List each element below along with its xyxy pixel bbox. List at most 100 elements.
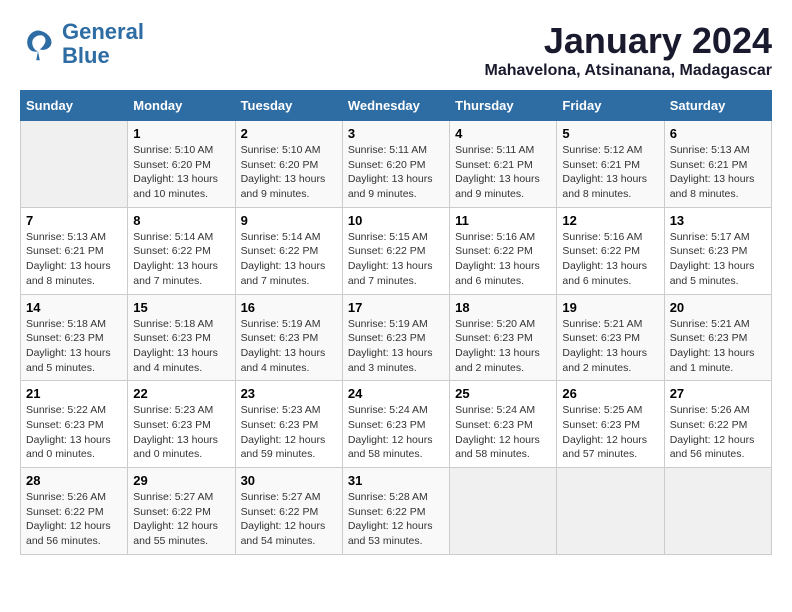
day-content: Sunrise: 5:21 AMSunset: 6:23 PMDaylight:… <box>670 317 766 376</box>
day-content: Sunrise: 5:28 AMSunset: 6:22 PMDaylight:… <box>348 490 444 549</box>
calendar-week-row: 14 Sunrise: 5:18 AMSunset: 6:23 PMDayligh… <box>21 294 772 381</box>
day-content: Sunrise: 5:18 AMSunset: 6:23 PMDaylight:… <box>133 317 229 376</box>
day-number: 27 <box>670 386 766 401</box>
day-content: Sunrise: 5:12 AMSunset: 6:21 PMDaylight:… <box>562 143 658 202</box>
calendar-cell: 26 Sunrise: 5:25 AMSunset: 6:23 PMDayligh… <box>557 381 664 468</box>
calendar-cell: 22 Sunrise: 5:23 AMSunset: 6:23 PMDayligh… <box>128 381 235 468</box>
calendar-cell: 21 Sunrise: 5:22 AMSunset: 6:23 PMDayligh… <box>21 381 128 468</box>
day-of-week-header: Thursday <box>450 91 557 121</box>
day-number: 15 <box>133 300 229 315</box>
day-number: 20 <box>670 300 766 315</box>
day-of-week-header: Sunday <box>21 91 128 121</box>
day-number: 1 <box>133 126 229 141</box>
day-of-week-header: Wednesday <box>342 91 449 121</box>
day-content: Sunrise: 5:23 AMSunset: 6:23 PMDaylight:… <box>133 403 229 462</box>
calendar-cell: 17 Sunrise: 5:19 AMSunset: 6:23 PMDayligh… <box>342 294 449 381</box>
day-number: 2 <box>241 126 337 141</box>
calendar-cell: 6 Sunrise: 5:13 AMSunset: 6:21 PMDaylight… <box>664 121 771 208</box>
calendar-cell: 4 Sunrise: 5:11 AMSunset: 6:21 PMDaylight… <box>450 121 557 208</box>
calendar-cell: 3Sunrise: 5:11 AMSunset: 6:20 PMDaylight… <box>342 121 449 208</box>
calendar-cell: 25Sunrise: 5:24 AMSunset: 6:23 PMDayligh… <box>450 381 557 468</box>
calendar-cell: 23 Sunrise: 5:23 AMSunset: 6:23 PMDayligh… <box>235 381 342 468</box>
calendar-table: SundayMondayTuesdayWednesdayThursdayFrid… <box>20 90 772 555</box>
day-content: Sunrise: 5:24 AMSunset: 6:23 PMDaylight:… <box>455 403 551 462</box>
day-number: 14 <box>26 300 122 315</box>
day-content: Sunrise: 5:14 AMSunset: 6:22 PMDaylight:… <box>133 230 229 289</box>
day-number: 5 <box>562 126 658 141</box>
calendar-cell: 8 Sunrise: 5:14 AMSunset: 6:22 PMDaylight… <box>128 207 235 294</box>
calendar-week-row: 21 Sunrise: 5:22 AMSunset: 6:23 PMDayligh… <box>21 381 772 468</box>
calendar-cell: 18 Sunrise: 5:20 AMSunset: 6:23 PMDayligh… <box>450 294 557 381</box>
calendar-cell: 1 Sunrise: 5:10 AMSunset: 6:20 PMDaylight… <box>128 121 235 208</box>
calendar-cell: 30Sunrise: 5:27 AMSunset: 6:22 PMDayligh… <box>235 468 342 555</box>
day-number: 6 <box>670 126 766 141</box>
day-content: Sunrise: 5:16 AMSunset: 6:22 PMDaylight:… <box>455 230 551 289</box>
day-content: Sunrise: 5:13 AMSunset: 6:21 PMDaylight:… <box>670 143 766 202</box>
location-title: Mahavelona, Atsinanana, Madagascar <box>484 62 772 80</box>
day-content: Sunrise: 5:26 AMSunset: 6:22 PMDaylight:… <box>26 490 122 549</box>
calendar-cell: 29 Sunrise: 5:27 AMSunset: 6:22 PMDayligh… <box>128 468 235 555</box>
day-content: Sunrise: 5:10 AMSunset: 6:20 PMDaylight:… <box>241 143 337 202</box>
day-content: Sunrise: 5:19 AMSunset: 6:23 PMDaylight:… <box>348 317 444 376</box>
calendar-cell: 12 Sunrise: 5:16 AMSunset: 6:22 PMDayligh… <box>557 207 664 294</box>
day-content: Sunrise: 5:20 AMSunset: 6:23 PMDaylight:… <box>455 317 551 376</box>
day-content: Sunrise: 5:18 AMSunset: 6:23 PMDaylight:… <box>26 317 122 376</box>
logo-icon <box>20 26 56 62</box>
day-number: 8 <box>133 213 229 228</box>
calendar-cell: 9Sunrise: 5:14 AMSunset: 6:22 PMDaylight… <box>235 207 342 294</box>
day-content: Sunrise: 5:16 AMSunset: 6:22 PMDaylight:… <box>562 230 658 289</box>
page-header: General Blue January 2024 Mahavelona, At… <box>20 20 772 80</box>
calendar-cell: 11 Sunrise: 5:16 AMSunset: 6:22 PMDayligh… <box>450 207 557 294</box>
day-number: 18 <box>455 300 551 315</box>
calendar-week-row: 7Sunrise: 5:13 AMSunset: 6:21 PMDaylight… <box>21 207 772 294</box>
calendar-cell: 14 Sunrise: 5:18 AMSunset: 6:23 PMDayligh… <box>21 294 128 381</box>
calendar-cell: 13Sunrise: 5:17 AMSunset: 6:23 PMDayligh… <box>664 207 771 294</box>
month-title: January 2024 <box>484 20 772 62</box>
calendar-cell <box>450 468 557 555</box>
calendar-cell: 19Sunrise: 5:21 AMSunset: 6:23 PMDayligh… <box>557 294 664 381</box>
calendar-body: 1 Sunrise: 5:10 AMSunset: 6:20 PMDaylight… <box>21 121 772 555</box>
day-content: Sunrise: 5:11 AMSunset: 6:21 PMDaylight:… <box>455 143 551 202</box>
day-content: Sunrise: 5:15 AMSunset: 6:22 PMDaylight:… <box>348 230 444 289</box>
day-of-week-header: Tuesday <box>235 91 342 121</box>
day-content: Sunrise: 5:23 AMSunset: 6:23 PMDaylight:… <box>241 403 337 462</box>
day-of-week-header: Friday <box>557 91 664 121</box>
calendar-cell: 16Sunrise: 5:19 AMSunset: 6:23 PMDayligh… <box>235 294 342 381</box>
calendar-header: SundayMondayTuesdayWednesdayThursdayFrid… <box>21 91 772 121</box>
day-number: 9 <box>241 213 337 228</box>
day-number: 26 <box>562 386 658 401</box>
days-of-week-row: SundayMondayTuesdayWednesdayThursdayFrid… <box>21 91 772 121</box>
day-content: Sunrise: 5:10 AMSunset: 6:20 PMDaylight:… <box>133 143 229 202</box>
calendar-cell <box>557 468 664 555</box>
day-number: 21 <box>26 386 122 401</box>
day-number: 3 <box>348 126 444 141</box>
calendar-cell: 5 Sunrise: 5:12 AMSunset: 6:21 PMDaylight… <box>557 121 664 208</box>
calendar-cell: 20 Sunrise: 5:21 AMSunset: 6:23 PMDayligh… <box>664 294 771 381</box>
day-content: Sunrise: 5:27 AMSunset: 6:22 PMDaylight:… <box>133 490 229 549</box>
calendar-cell: 10 Sunrise: 5:15 AMSunset: 6:22 PMDayligh… <box>342 207 449 294</box>
day-content: Sunrise: 5:26 AMSunset: 6:22 PMDaylight:… <box>670 403 766 462</box>
day-content: Sunrise: 5:22 AMSunset: 6:23 PMDaylight:… <box>26 403 122 462</box>
calendar-cell: 7Sunrise: 5:13 AMSunset: 6:21 PMDaylight… <box>21 207 128 294</box>
day-number: 28 <box>26 473 122 488</box>
day-number: 19 <box>562 300 658 315</box>
day-content: Sunrise: 5:13 AMSunset: 6:21 PMDaylight:… <box>26 230 122 289</box>
day-of-week-header: Saturday <box>664 91 771 121</box>
day-number: 11 <box>455 213 551 228</box>
day-number: 23 <box>241 386 337 401</box>
day-number: 29 <box>133 473 229 488</box>
calendar-cell: 24Sunrise: 5:24 AMSunset: 6:23 PMDayligh… <box>342 381 449 468</box>
day-content: Sunrise: 5:25 AMSunset: 6:23 PMDaylight:… <box>562 403 658 462</box>
day-content: Sunrise: 5:24 AMSunset: 6:23 PMDaylight:… <box>348 403 444 462</box>
calendar-week-row: 1 Sunrise: 5:10 AMSunset: 6:20 PMDaylight… <box>21 121 772 208</box>
day-number: 10 <box>348 213 444 228</box>
day-number: 17 <box>348 300 444 315</box>
calendar-cell: 2 Sunrise: 5:10 AMSunset: 6:20 PMDaylight… <box>235 121 342 208</box>
logo-text: General Blue <box>62 20 144 68</box>
day-number: 4 <box>455 126 551 141</box>
day-number: 12 <box>562 213 658 228</box>
day-number: 22 <box>133 386 229 401</box>
day-of-week-header: Monday <box>128 91 235 121</box>
calendar-cell: 15 Sunrise: 5:18 AMSunset: 6:23 PMDayligh… <box>128 294 235 381</box>
title-block: January 2024 Mahavelona, Atsinanana, Mad… <box>484 20 772 80</box>
